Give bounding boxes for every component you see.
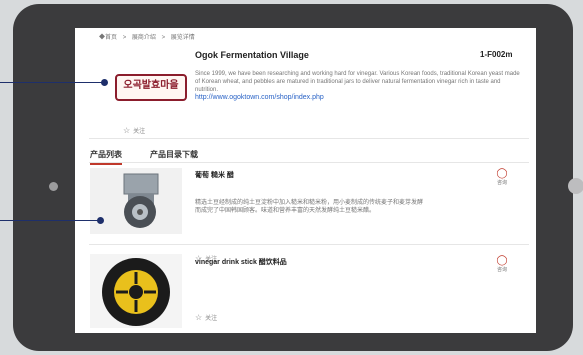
divider <box>89 138 529 139</box>
follow-product-button[interactable]: ☆ 关注 <box>195 313 217 322</box>
star-icon: ☆ <box>195 313 203 322</box>
inquiry-button[interactable]: ◯ 咨询 <box>487 255 517 274</box>
chat-bubble-icon: ◯ <box>496 255 508 266</box>
product-description: 精选土豆经制成的纯土豆淀粉中加入糙米和糙米粉，用小麦制成的传统麦子和麦芽发酵而成… <box>195 200 424 214</box>
caster-wheel-photo <box>90 168 182 234</box>
product-title[interactable]: vinegar drink stick 醋饮料品 <box>195 257 287 267</box>
breadcrumb-sep: > <box>161 35 166 41</box>
divider <box>89 162 529 163</box>
product-title[interactable]: 葡萄 糙米 醋 <box>195 170 234 180</box>
inquiry-label: 咨询 <box>496 267 507 273</box>
product-image[interactable] <box>90 254 182 328</box>
product-image[interactable] <box>90 168 182 234</box>
yellow-wheel-photo <box>90 254 182 328</box>
breadcrumb-sep: > <box>122 35 127 41</box>
camera-dot <box>49 182 58 191</box>
breadcrumb: ◆首页 > 展商介绍 > 展览详情 <box>99 32 199 41</box>
company-logo: 오곡발효마을 <box>115 74 187 101</box>
tab-catalog-download[interactable]: 产品目录下载 <box>150 149 198 160</box>
inquiry-label: 咨询 <box>496 180 507 186</box>
breadcrumb-exhibitors[interactable]: 展商介绍 <box>132 35 156 41</box>
follow-label: 关注 <box>133 129 146 135</box>
company-url[interactable]: http://www.ogoktown.com/shop/index.php <box>195 94 324 101</box>
callout-dot <box>97 217 104 224</box>
callout-dot <box>101 79 108 86</box>
divider <box>89 244 529 245</box>
logo-text: 오곡발효마을 <box>123 80 179 91</box>
star-icon: ☆ <box>123 126 131 135</box>
booth-number: 1-F002m <box>480 50 513 59</box>
breadcrumb-current: 展览详情 <box>170 35 195 41</box>
callout-line <box>0 220 100 221</box>
chat-bubble-icon: ◯ <box>496 168 508 179</box>
screen: ◆首页 > 展商介绍 > 展览详情 오곡발효마을 Ogok Fermentati… <box>75 28 536 333</box>
inquiry-button[interactable]: ◯ 咨询 <box>487 168 517 187</box>
callout-line <box>0 82 104 83</box>
home-button[interactable] <box>568 178 583 194</box>
tablet-frame: ◆首页 > 展商介绍 > 展览详情 오곡발효마을 Ogok Fermentati… <box>13 4 583 351</box>
company-description: Since 1999, we have been researching and… <box>195 71 520 93</box>
follow-label: 关注 <box>205 316 218 322</box>
company-name: Ogok Fermentation Village <box>195 50 309 60</box>
breadcrumb-home[interactable]: ◆首页 <box>99 35 117 41</box>
follow-company-button[interactable]: ☆ 关注 <box>123 126 145 135</box>
